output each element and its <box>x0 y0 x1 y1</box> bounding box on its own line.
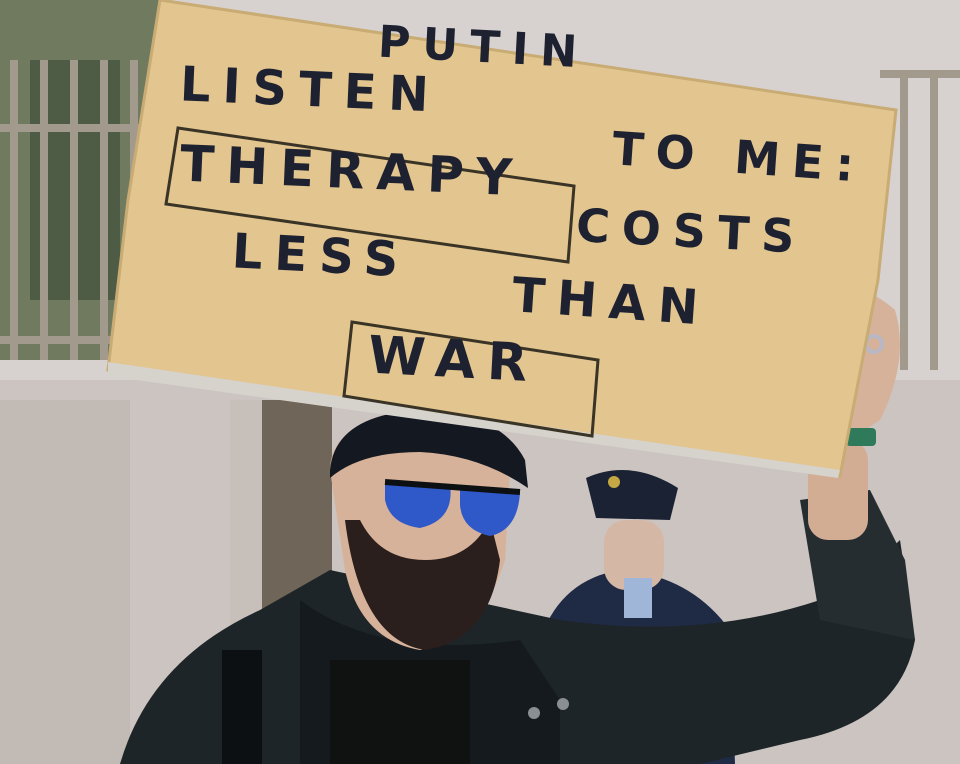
protest-photo: PUTIN LISTEN TO ME: THERAPY COSTS LESS T… <box>0 0 960 764</box>
wall-panel-left <box>0 400 130 764</box>
photo-background <box>0 0 960 764</box>
